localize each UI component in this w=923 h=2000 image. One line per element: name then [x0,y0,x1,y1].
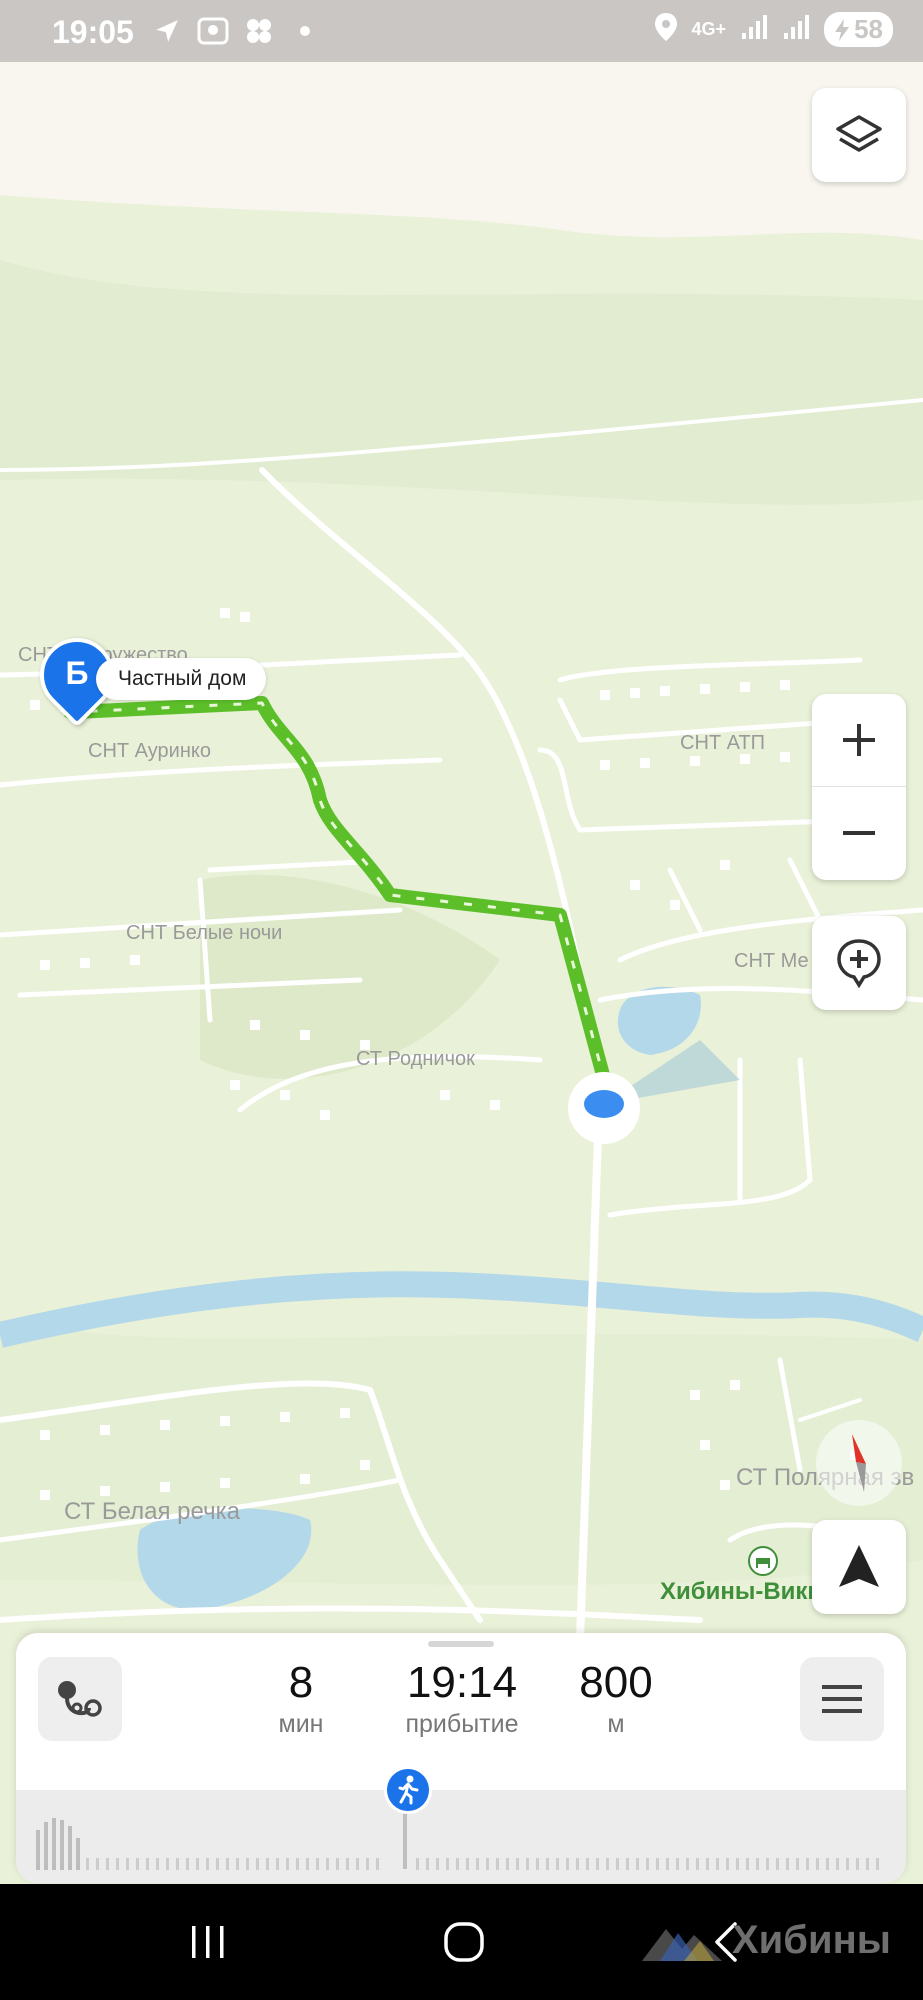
zoom-out-button[interactable] [812,787,906,879]
signal-icon [740,13,768,46]
menu-button[interactable] [800,1657,884,1741]
layers-button[interactable] [812,88,906,182]
dot-icon [288,14,322,48]
timeline-pedestrian-marker[interactable] [384,1766,432,1814]
navigate-button[interactable] [812,1520,906,1614]
zoom-in-button[interactable] [812,694,906,786]
signal-icon [782,13,810,46]
minus-icon [843,831,875,835]
add-place-button[interactable] [812,916,906,1010]
arrival-unit: прибытие [405,1710,519,1738]
distance-unit: м [607,1710,625,1738]
zoom-controls [812,694,906,880]
arrival-value: 19:14 [406,1658,518,1707]
route-panel[interactable]: 8 мин 19:14 прибытие 800 м [16,1633,906,1883]
route-options-icon [58,1681,102,1717]
map-label-snt-aurinko: СНТ Ауринко [88,740,211,762]
compass-icon [852,1434,866,1492]
gallery-icon [196,14,230,48]
recents-button[interactable] [168,1914,248,1970]
battery-level: 58 [854,14,883,44]
distance-value: 800 [579,1658,653,1707]
menu-icon [822,1685,862,1713]
route-timeline[interactable] [16,1790,906,1883]
network-type: 4G+ [691,19,727,39]
status-bar: 19:05 4G+ 58 [0,0,923,62]
map-label-st-rodnichok: СТ Родничок [356,1048,475,1070]
timeline-current-marker [403,1811,407,1869]
compass-button[interactable] [816,1420,902,1506]
duration-unit: мин [278,1710,324,1738]
timeline-ticks [36,1818,879,1870]
plus-icon [843,724,875,756]
navigation-arrow-icon [839,1545,879,1587]
layers-icon [836,115,882,152]
map-label-snt-me: СНТ Ме [734,950,809,972]
distance-stat: 800 м [560,1659,672,1741]
home-button[interactable] [424,1914,504,1970]
status-time: 19:05 [52,14,134,50]
route-options-button[interactable] [38,1657,122,1741]
arrival-stat: 19:14 прибытие [382,1659,542,1741]
mountains-logo-icon [642,1928,722,1961]
map-label-snt-atp: СНТ АТП [680,732,766,754]
recents-icon [192,1926,224,1958]
add-place-icon [837,939,881,988]
destination-label-text: Частный дом [118,667,247,690]
location-arrow-icon [150,14,184,48]
home-icon [444,1922,484,1962]
charging-icon [835,18,850,41]
hotel-icon [748,1546,778,1576]
destination-label[interactable]: Частный дом [96,658,267,700]
app-dots-icon [242,14,276,48]
location-pin-icon [654,12,678,47]
map-label-snt-belye-nochi: СНТ Белые ночи [126,922,283,944]
duration-stat: 8 мин [246,1659,356,1741]
panel-grabber[interactable] [428,1641,494,1647]
pedestrian-icon [398,1775,419,1805]
duration-value: 8 [288,1658,314,1707]
watermark: Хибины [640,1918,891,1963]
map-label-st-belaya-rechka: СТ Белая речка [64,1498,240,1525]
watermark-text: Хибины [732,1918,891,1962]
battery-indicator: 58 [824,12,893,47]
